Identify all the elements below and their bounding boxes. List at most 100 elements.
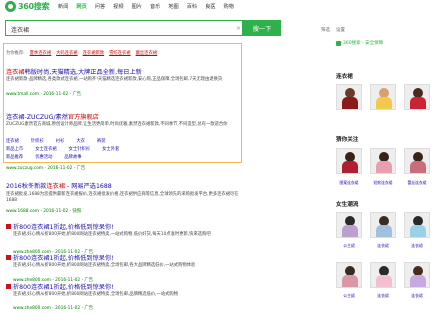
shield-icon <box>336 40 341 46</box>
thumb-image[interactable] <box>336 148 362 174</box>
sitelink[interactable]: 连衣裙 <box>6 138 19 144</box>
thumb-image[interactable] <box>370 84 396 110</box>
thumb-image[interactable] <box>370 212 396 238</box>
thumb-image[interactable] <box>370 262 396 288</box>
ad-item-title-text: 折800连衣裙1折起,价格低到惊呆你! <box>13 284 114 291</box>
ad-item-title[interactable]: 折800连衣裙1折起,价格低到惊呆你! <box>6 253 114 262</box>
thumb-label[interactable]: 连衣裙 <box>402 243 432 249</box>
guess-tag[interactable]: 雪纺连衣裙 <box>109 50 130 56</box>
nav-map[interactable]: 地图 <box>168 3 178 10</box>
sitelinks-row: 连衣裙 针织衫 衬衫 大衣 裤装 <box>6 138 106 144</box>
ad1-title-hl: 连衣裙 <box>6 69 25 76</box>
ad2-title-pre: 连衣裙-ZUCZUG/素然 <box>6 114 68 121</box>
right-header: 360搜索 - 安全保障 <box>336 40 383 46</box>
sitelink[interactable]: 优惠活动 <box>35 154 52 160</box>
nav-news[interactable]: 新闻 <box>58 3 68 10</box>
ad2-title-link[interactable]: 连衣裙-ZUCZUG/素然官方旗舰店 <box>6 112 99 121</box>
guess-tag[interactable]: 蕾丝连衣裙 <box>136 50 157 56</box>
thumb-label[interactable]: 连衣裙 <box>368 243 398 249</box>
guess-tag[interactable]: 大码连衣裙 <box>56 50 77 56</box>
nav-video[interactable]: 视频 <box>113 3 123 10</box>
ad-item-title-text: 折800连衣裙1折起,价格低到惊呆你! <box>13 255 114 262</box>
ad-item-title-text: 折800连衣裙1折起,价格低到惊呆你! <box>13 224 114 231</box>
thumb-label[interactable]: 短款连衣裙 <box>368 180 398 186</box>
thumb-image[interactable] <box>336 212 362 238</box>
right-section-title: 女生潮流 <box>336 202 359 208</box>
guess-tag[interactable]: 连衣裙新款 <box>83 50 104 56</box>
ad-item-desc: 连衣裙,好心情从折800开始,折800网站连衣裙特卖,一站式购物,低价好货,每天… <box>13 232 211 237</box>
organic-title-link[interactable]: 2016秋冬新款连衣裙 - 网易严选1688 <box>6 181 112 190</box>
ad-item-title[interactable]: 折800连衣裙1折起,价格低到惊呆你! <box>6 222 114 231</box>
thumb-label[interactable]: 蕾丝连衣裙 <box>402 180 432 186</box>
thumb-label[interactable]: 连衣裙 <box>368 293 398 299</box>
ad-box <box>3 43 242 163</box>
ad2-title-hl: 官方旗舰店 <box>67 114 99 121</box>
nav-qa[interactable]: 问答 <box>95 3 105 10</box>
nav-web[interactable]: 网页 <box>76 3 86 10</box>
favicon-icon <box>6 284 11 289</box>
sitelinks-row: 新品推荐 优惠活动 品牌故事 <box>6 154 82 160</box>
search-value: 连衣裙 <box>11 27 30 34</box>
ad-item-desc: 连衣裙,好心情从折800开始,折800网站连衣裙特卖,全场包邮,各大品牌精选低价… <box>13 263 196 268</box>
ad-item-url: www.zhe800.com - 2016-11-02 - 广告 <box>13 306 94 311</box>
nav-shopping[interactable]: 购物 <box>224 3 234 10</box>
ad1-title-link[interactable]: 连衣裙韩版时尚,天猫精选,大牌正品全新,每日上新 <box>6 67 142 76</box>
sitelink[interactable]: 衬衫 <box>56 138 65 144</box>
sitelinks-row: 新品上市 女士连衣裙 女士针织衫 女士外套 <box>6 146 119 152</box>
clear-icon[interactable]: × <box>236 25 241 32</box>
nav-baike[interactable]: 百科 <box>187 3 197 10</box>
thumb-label[interactable]: 连衣裙 <box>402 293 432 299</box>
ad1-url: www.tmall.com - 2016-11-02 - 广告 <box>6 92 82 97</box>
thumb-image[interactable] <box>404 262 430 288</box>
filter-tools: 筛选 设置 <box>321 27 345 33</box>
logo[interactable]: 360搜索 <box>5 1 50 12</box>
settings-link[interactable]: 设置 <box>336 27 345 33</box>
guess-tag[interactable]: 夏季连衣裙 <box>30 50 51 56</box>
right-section-title: 连衣裙 <box>336 74 353 80</box>
ad2-url: www.zuczug.com - 2016-11-02 - 广告 <box>6 166 86 171</box>
logo-icon <box>5 1 16 12</box>
sitelink[interactable]: 新品上市 <box>6 146 23 152</box>
sitelink[interactable]: 大衣 <box>76 138 85 144</box>
organic-url: www.1688.com - 2016-11-02 - 快照 <box>6 209 82 214</box>
nav-doctor[interactable]: 良医 <box>205 3 215 10</box>
ad2-desc: ZUCZUG素然官方商城,原创设计师品牌,让生活更简单,时尚优雅,素然连衣裙新款… <box>6 122 228 127</box>
thumb-image[interactable] <box>404 212 430 238</box>
nav-image[interactable]: 图片 <box>132 3 142 10</box>
thumb-label[interactable]: 公主裙 <box>334 243 364 249</box>
thumb-image[interactable] <box>404 84 430 110</box>
organic-desc: 连衣裙批发,1688为您提供最新连衣裙报价,连衣裙批发价格,连衣裙供应商等信息,… <box>6 192 239 203</box>
search-button[interactable]: 搜一下 <box>243 20 281 36</box>
thumb-label[interactable]: 公主裙 <box>334 293 364 299</box>
organic-title-hl: 连衣裙 <box>46 183 66 190</box>
nav-music[interactable]: 音乐 <box>150 3 160 10</box>
sitelink[interactable]: 女士针织衫 <box>69 146 90 152</box>
favicon-icon <box>6 255 11 260</box>
sitelink[interactable]: 新品推荐 <box>6 154 23 160</box>
guess-label: 为你推荐: <box>6 51 25 56</box>
organic-title-pre: 2016秋冬新款 <box>6 183 47 190</box>
nav-links: 新闻 网页 问答 视频 图片 音乐 地图 百科 良医 购物 <box>58 3 234 10</box>
guess-row: 为你推荐: 夏季连衣裙 大码连衣裙 连衣裙新款 雪纺连衣裙 蕾丝连衣裙 <box>6 50 157 56</box>
ad-item-desc: 连衣裙,好心情从折800开始,折800网站连衣裙特卖,全场包邮,品牌精选低价,一… <box>13 292 179 297</box>
favicon-icon <box>6 224 11 229</box>
sitelink[interactable]: 品牌故事 <box>64 154 81 160</box>
organic-title-post: - 网易严选1688 <box>65 183 112 190</box>
right-section-title: 猜你关注 <box>336 137 359 143</box>
ad1-title-rest: 韩版时尚,天猫精选,大牌正品全新,每日上新 <box>24 69 142 76</box>
ad-item-title[interactable]: 折800连衣裙1折起,价格低到惊呆你! <box>6 282 114 291</box>
thumb-image[interactable] <box>404 148 430 174</box>
top-nav: 360搜索 新闻 网页 问答 视频 图片 音乐 地图 百科 良医 购物 <box>0 0 432 14</box>
sitelink[interactable]: 女士连衣裙 <box>35 146 56 152</box>
sitelink[interactable]: 裤装 <box>97 138 106 144</box>
search-input[interactable]: 连衣裙 × <box>5 20 243 36</box>
logo-text: 360搜索 <box>18 2 50 11</box>
thumb-image[interactable] <box>370 148 396 174</box>
sitelink[interactable]: 女士外套 <box>102 146 119 152</box>
sitelink[interactable]: 针织衫 <box>31 138 44 144</box>
thumb-image[interactable] <box>336 262 362 288</box>
right-header-text: 360搜索 - 安全保障 <box>343 41 384 46</box>
thumb-image[interactable] <box>336 84 362 110</box>
filter-link[interactable]: 筛选 <box>321 27 330 33</box>
thumb-label[interactable]: 图案连衣裙 <box>334 180 364 186</box>
